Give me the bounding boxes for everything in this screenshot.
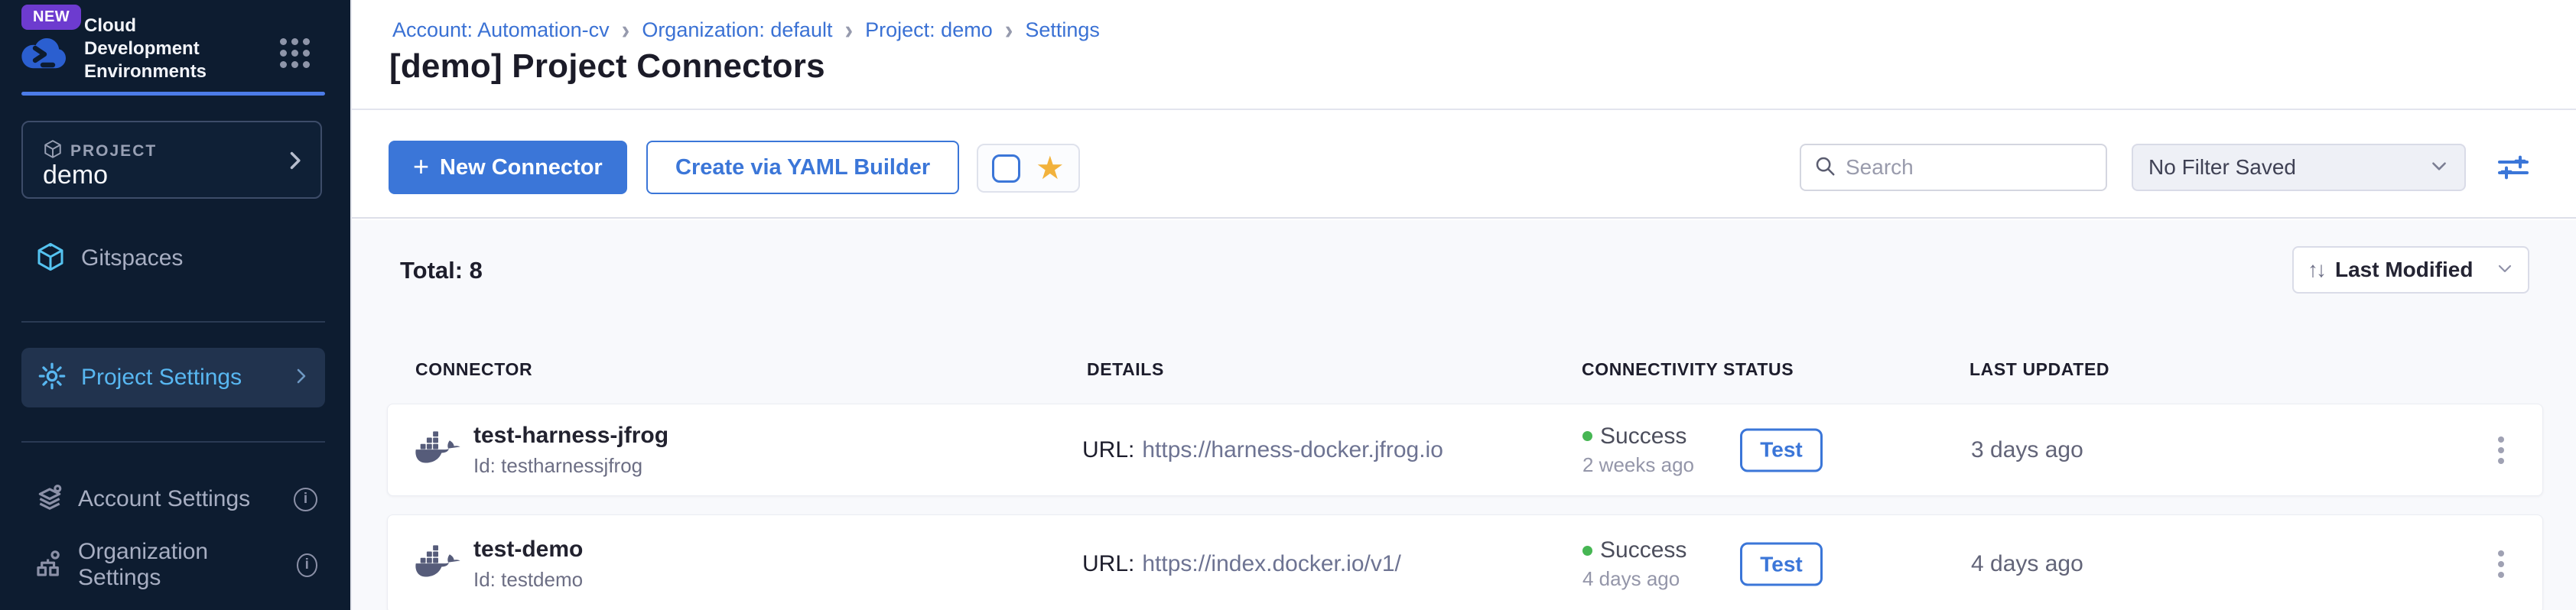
gitspaces-cube-icon: [35, 242, 66, 276]
sort-dropdown[interactable]: ↑↓ Last Modified: [2292, 246, 2529, 294]
connector-id: Id: testharnessjfrog: [473, 454, 668, 478]
status-time: 4 days ago: [1582, 567, 1686, 591]
chevron-right-icon: [284, 150, 305, 175]
project-cube-icon: [43, 139, 63, 163]
info-icon[interactable]: i: [297, 553, 317, 577]
connectivity-status-cell: Success 4 days ago: [1582, 537, 1686, 591]
cde-logo-icon: [20, 34, 69, 77]
sort-direction-icon: ↑↓: [2308, 258, 2324, 282]
column-header-details: DETAILS: [1087, 359, 1164, 380]
connector-name-cell: test-harness-jfrog Id: testharnessjfrog: [473, 423, 668, 478]
table-row[interactable]: test-harness-jfrog Id: testharnessjfrog …: [387, 404, 2543, 496]
project-name: demo: [43, 161, 108, 190]
chevron-down-icon: [2496, 259, 2514, 281]
filter-sliders-icon[interactable]: [2495, 148, 2532, 189]
star-icon: ★: [1036, 152, 1065, 184]
status-time: 2 weeks ago: [1582, 453, 1694, 477]
status-success-dot: [1582, 546, 1592, 556]
page-header: Account: Automation-cv › Organization: d…: [352, 0, 2576, 110]
connector-name: test-harness-jfrog: [473, 423, 668, 449]
status-text: Success: [1600, 423, 1686, 449]
connector-name-cell: test-demo Id: testdemo: [473, 537, 583, 592]
create-via-yaml-builder-button[interactable]: Create via YAML Builder: [646, 141, 959, 194]
total-count: Total: 8: [400, 257, 483, 284]
last-updated-cell: 3 days ago: [1971, 437, 2083, 463]
project-label: PROJECT: [70, 142, 157, 161]
saved-filter-label: No Filter Saved: [2148, 155, 2429, 180]
docker-icon: [415, 430, 461, 470]
connectivity-status-cell: Success 2 weeks ago: [1582, 423, 1694, 477]
sidebar-item-label: Project Settings: [81, 365, 242, 391]
search-box: [1800, 144, 2107, 191]
sidebar-item-label: Organization Settings: [78, 539, 269, 591]
connector-id: Id: testdemo: [473, 568, 583, 592]
connector-list: Total: 8 ↑↓ Last Modified CONNECTOR DETA…: [352, 220, 2576, 610]
project-selector[interactable]: PROJECT demo: [21, 121, 322, 199]
breadcrumb-organization[interactable]: Organization: default: [642, 18, 832, 42]
connector-details-cell: URL: https://harness-docker.jfrog.io: [1082, 437, 1443, 463]
app-grid-icon[interactable]: [280, 38, 310, 68]
breadcrumb-settings[interactable]: Settings: [1025, 18, 1100, 42]
app-screen: NEW Cloud Development Environments PROJE…: [0, 0, 2576, 610]
toolbar: + New Connector Create via YAML Builder …: [352, 112, 2576, 219]
sort-label: Last Modified: [2335, 258, 2485, 282]
table-row[interactable]: test-demo Id: testdemo URL: https://index…: [387, 514, 2543, 610]
url-label: URL:: [1082, 551, 1134, 576]
chevron-right-icon: [291, 367, 310, 389]
sidebar-item-account-settings[interactable]: Account Settings i: [21, 477, 325, 521]
breadcrumb-separator-icon: ›: [622, 19, 630, 42]
connector-name: test-demo: [473, 537, 583, 563]
row-menu-kebab-icon[interactable]: [2490, 543, 2512, 586]
new-connector-button[interactable]: + New Connector: [389, 141, 627, 194]
search-icon: [1813, 154, 1836, 181]
sidebar-divider: [21, 321, 325, 323]
gear-icon: [37, 361, 67, 395]
favorites-filter-group: ★: [977, 144, 1080, 193]
status-text: Success: [1600, 537, 1686, 563]
page-title: [demo] Project Connectors: [389, 47, 825, 86]
test-connection-button[interactable]: Test: [1740, 543, 1823, 586]
sidebar-item-gitspaces[interactable]: Gitspaces: [21, 235, 325, 281]
sidebar-divider: [21, 441, 325, 443]
table-header-row: CONNECTOR DETAILS CONNECTIVITY STATUS LA…: [387, 359, 2543, 382]
status-success-dot: [1582, 431, 1592, 441]
docker-icon: [415, 544, 461, 585]
column-header-last-updated: LAST UPDATED: [1969, 359, 2109, 380]
org-chart-gear-icon: [35, 549, 64, 582]
url-value: https://index.docker.io/v1/: [1142, 551, 1401, 576]
connector-details-cell: URL: https://index.docker.io/v1/: [1082, 551, 1401, 577]
info-icon[interactable]: i: [294, 488, 317, 511]
breadcrumb-separator-icon: ›: [1005, 19, 1013, 42]
plus-icon: +: [413, 153, 429, 180]
product-title: Cloud Development Environments: [84, 15, 226, 83]
favorites-checkbox[interactable]: [992, 154, 1020, 183]
breadcrumb-separator-icon: ›: [844, 19, 853, 42]
sidebar-item-label: Account Settings: [78, 486, 250, 512]
new-badge: NEW: [21, 5, 81, 30]
chevron-down-icon: [2429, 156, 2449, 180]
last-updated-cell: 4 days ago: [1971, 551, 2083, 577]
sidebar-item-project-settings[interactable]: Project Settings: [21, 348, 325, 407]
saved-filter-dropdown[interactable]: No Filter Saved: [2132, 144, 2466, 191]
sidebar: NEW Cloud Development Environments PROJE…: [0, 0, 352, 610]
sidebar-item-organization-settings[interactable]: Organization Settings i: [21, 543, 325, 587]
breadcrumb: Account: Automation-cv › Organization: d…: [392, 18, 1100, 42]
breadcrumb-account[interactable]: Account: Automation-cv: [392, 18, 610, 42]
sidebar-item-label: Gitspaces: [81, 245, 183, 271]
column-header-connector: CONNECTOR: [415, 359, 532, 380]
url-value: https://harness-docker.jfrog.io: [1142, 437, 1443, 462]
brand-underline: [21, 92, 325, 96]
breadcrumb-project[interactable]: Project: demo: [865, 18, 993, 42]
layers-gear-icon: [35, 483, 64, 516]
column-header-connectivity-status: CONNECTIVITY STATUS: [1582, 359, 1794, 380]
test-connection-button[interactable]: Test: [1740, 428, 1823, 472]
row-menu-kebab-icon[interactable]: [2490, 429, 2512, 472]
search-input[interactable]: [1846, 155, 2122, 180]
url-label: URL:: [1082, 437, 1134, 462]
